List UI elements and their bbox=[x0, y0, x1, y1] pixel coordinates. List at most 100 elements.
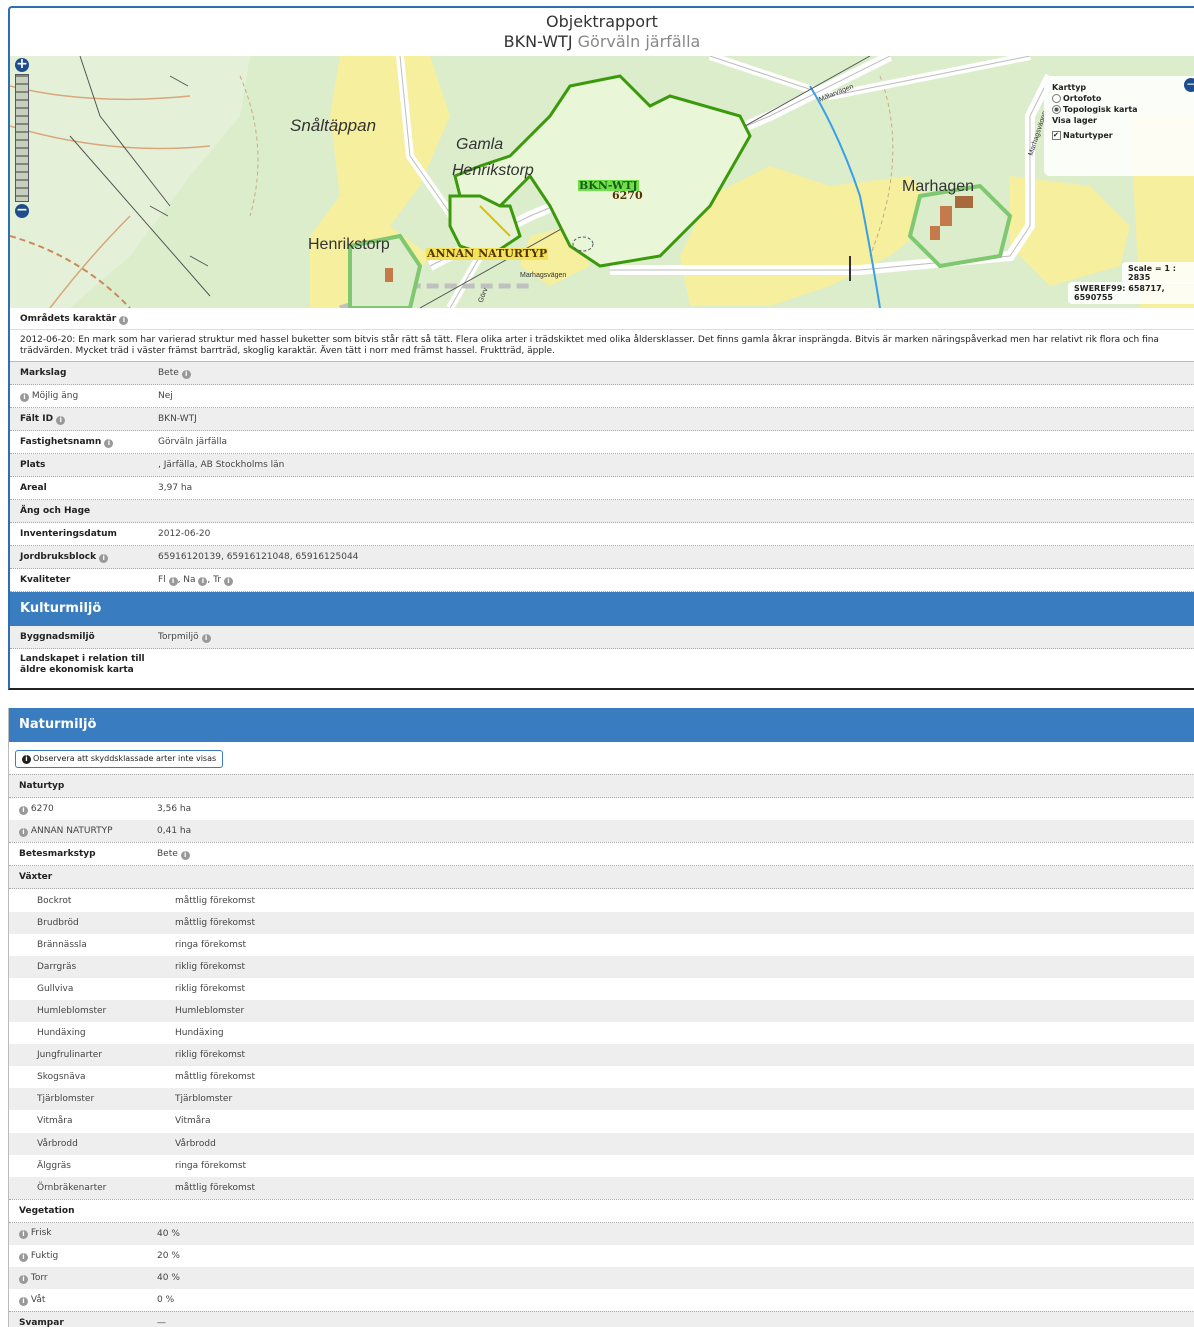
page-title: Objektrapport BKN-WTJ Görväln järfälla bbox=[10, 8, 1194, 52]
row-areal: Areal 3,97 ha bbox=[10, 477, 1194, 500]
plant-row: Darrgräs riklig förekomst bbox=[9, 955, 1194, 978]
info-icon[interactable]: i bbox=[119, 316, 129, 325]
row-plats: Plats , Järfälla, AB Stockholms län bbox=[10, 454, 1194, 477]
scale-readout: Scale = 1 : 2835 bbox=[1122, 262, 1194, 284]
info-icon[interactable]: i bbox=[198, 576, 208, 586]
polygon-label-main-code: 6270 bbox=[612, 189, 643, 202]
info-icon[interactable]: i bbox=[201, 633, 211, 643]
layer-switcher: Karttyp Ortofoto Topologisk karta Visa l… bbox=[1044, 76, 1194, 176]
naturtyper-label: Naturtyper bbox=[1063, 131, 1113, 140]
zoom-in-button[interactable]: + bbox=[15, 57, 29, 72]
value: , Järfälla, AB Stockholms län bbox=[158, 460, 285, 470]
row-inventeringsdatum: Inventeringsdatum 2012-06-20 bbox=[10, 523, 1194, 546]
label: Byggnadsmiljö bbox=[20, 632, 95, 642]
info-icon[interactable]: i bbox=[19, 827, 28, 837]
label: Betesmarkstyp bbox=[19, 849, 96, 860]
value: Hundäxing bbox=[175, 1028, 224, 1039]
map-label-henrikstorp: Henrikstorp bbox=[308, 236, 390, 253]
info-icon[interactable]: i bbox=[19, 1274, 28, 1284]
option-ortofoto[interactable]: Ortofoto bbox=[1052, 93, 1186, 104]
label: Areal bbox=[20, 483, 47, 493]
row-svampar: Svampar — bbox=[9, 1311, 1194, 1327]
value: 0 % bbox=[157, 1295, 175, 1306]
value: 3,56 ha bbox=[157, 804, 192, 815]
label: Fält ID i bbox=[10, 414, 158, 425]
label: i ANNAN NATURTYP bbox=[9, 826, 157, 837]
row-naturtyp: Naturtyp bbox=[9, 774, 1194, 799]
info-circle-icon: i bbox=[22, 755, 31, 764]
map-view[interactable]: + − Snåltäppan Gamla Henrikstorp Henriks… bbox=[10, 56, 1194, 308]
plant-row: Skogsnäva måttlig förekomst bbox=[9, 1066, 1194, 1088]
label: Kvaliteter bbox=[20, 575, 71, 585]
label: i 6270 bbox=[9, 804, 157, 815]
value: måttlig förekomst bbox=[175, 1072, 256, 1083]
row-naturtyp-annan: i ANNAN NATURTYP 0,41 ha bbox=[9, 820, 1194, 843]
info-icon[interactable]: i bbox=[19, 1230, 28, 1240]
plant-row: Tjärblomster Tjärblomster bbox=[9, 1088, 1194, 1111]
layer-switcher-toggle[interactable]: − bbox=[1184, 78, 1194, 92]
info-icon[interactable]: i bbox=[19, 1296, 28, 1306]
label: Landskapet i relation till äldre ekonomis… bbox=[20, 654, 145, 675]
info-icon[interactable]: i bbox=[168, 576, 178, 586]
info-icon[interactable]: i bbox=[223, 576, 233, 586]
label: Gullviva bbox=[37, 983, 74, 994]
protected-species-notice: i Observera att skyddsklassade arter inte… bbox=[15, 750, 224, 768]
row-vegetation: Vegetation bbox=[9, 1198, 1194, 1223]
layer-switcher-type-heading: Karttyp bbox=[1052, 83, 1087, 92]
naturtyper-checkbox[interactable]: ✔ bbox=[1052, 131, 1061, 140]
label: Fastighetsnamn i bbox=[10, 437, 158, 448]
zoom-out-button[interactable]: − bbox=[15, 203, 29, 218]
value: Vårbrodd bbox=[175, 1138, 216, 1149]
character-section: Områdets karaktär i 2012-06-20: En mark … bbox=[10, 308, 1194, 361]
info-icon[interactable]: i bbox=[180, 850, 190, 860]
label: Skogsnäva bbox=[37, 1072, 86, 1083]
value: 20 % bbox=[157, 1251, 180, 1262]
label: Darrgräs bbox=[37, 961, 77, 972]
label: Vårbrodd bbox=[37, 1138, 78, 1149]
object-id: BKN-WTJ bbox=[503, 32, 573, 51]
vegetation-row: i Frisk 40 % bbox=[9, 1222, 1194, 1245]
info-icon[interactable]: i bbox=[181, 369, 191, 379]
value: 65916120139, 65916121048, 65916125044 bbox=[158, 552, 359, 562]
value: Tjärblomster bbox=[175, 1094, 233, 1105]
info-icon[interactable]: i bbox=[19, 805, 28, 815]
plant-row: Jungfrulinarter riklig förekomst bbox=[9, 1044, 1194, 1067]
naturmiljo-header: Naturmiljö bbox=[9, 708, 1194, 742]
row-betesmarkstyp: Betesmarkstyp Bete i bbox=[9, 842, 1194, 867]
option-topologisk[interactable]: Topologisk karta bbox=[1052, 104, 1186, 115]
zoom-slider[interactable] bbox=[15, 74, 29, 202]
ortofoto-radio[interactable] bbox=[1052, 94, 1061, 103]
label: Örnbräkenarter bbox=[37, 1182, 107, 1193]
info-icon[interactable]: i bbox=[56, 415, 66, 425]
row-landskapet: Landskapet i relation till äldre ekonomis… bbox=[10, 649, 1194, 687]
map-label-henrikstorp-old: Henrikstorp bbox=[452, 162, 534, 179]
label: Tjärblomster bbox=[37, 1094, 95, 1105]
value: Bete i bbox=[157, 849, 190, 860]
map-label-marhagsvagen: Marhagsvägen bbox=[520, 272, 567, 279]
label: Brännässla bbox=[37, 939, 87, 950]
row-fastighetsnamn: Fastighetsnamn i Görväln järfälla bbox=[10, 431, 1194, 454]
label: Bockrot bbox=[37, 895, 72, 906]
value: ringa förekomst bbox=[175, 939, 247, 950]
info-icon[interactable]: i bbox=[20, 392, 29, 402]
report-subtitle: BKN-WTJ Görväln järfälla bbox=[10, 32, 1194, 52]
value: Fl i, Na i, Tr i bbox=[158, 575, 233, 586]
plant-row: Humleblomster Humleblomster bbox=[9, 999, 1194, 1023]
label: Vitmåra bbox=[37, 1116, 73, 1127]
value: BKN-WTJ bbox=[158, 414, 197, 424]
label: Plats bbox=[20, 460, 46, 470]
info-icon[interactable]: i bbox=[19, 1252, 28, 1262]
option-naturtyper[interactable]: ✔ Naturtyper bbox=[1052, 130, 1186, 141]
label: Vegetation bbox=[19, 1205, 75, 1216]
value: 40 % bbox=[157, 1228, 180, 1239]
plant-row: Brudbröd måttlig förekomst bbox=[9, 911, 1194, 934]
topologisk-radio[interactable] bbox=[1052, 105, 1061, 114]
map-label-gamla: Gamla bbox=[456, 136, 504, 153]
kulturmiljo-header: Kulturmiljö bbox=[10, 592, 1194, 626]
info-icon[interactable]: i bbox=[104, 438, 114, 448]
object-name: Görväln järfälla bbox=[577, 32, 701, 51]
topologisk-label: Topologisk karta bbox=[1063, 105, 1138, 114]
info-icon[interactable]: i bbox=[99, 553, 109, 563]
vegetation-row: i Fuktig 20 % bbox=[9, 1245, 1194, 1267]
row-markslag: Markslag Bete i bbox=[10, 361, 1194, 385]
